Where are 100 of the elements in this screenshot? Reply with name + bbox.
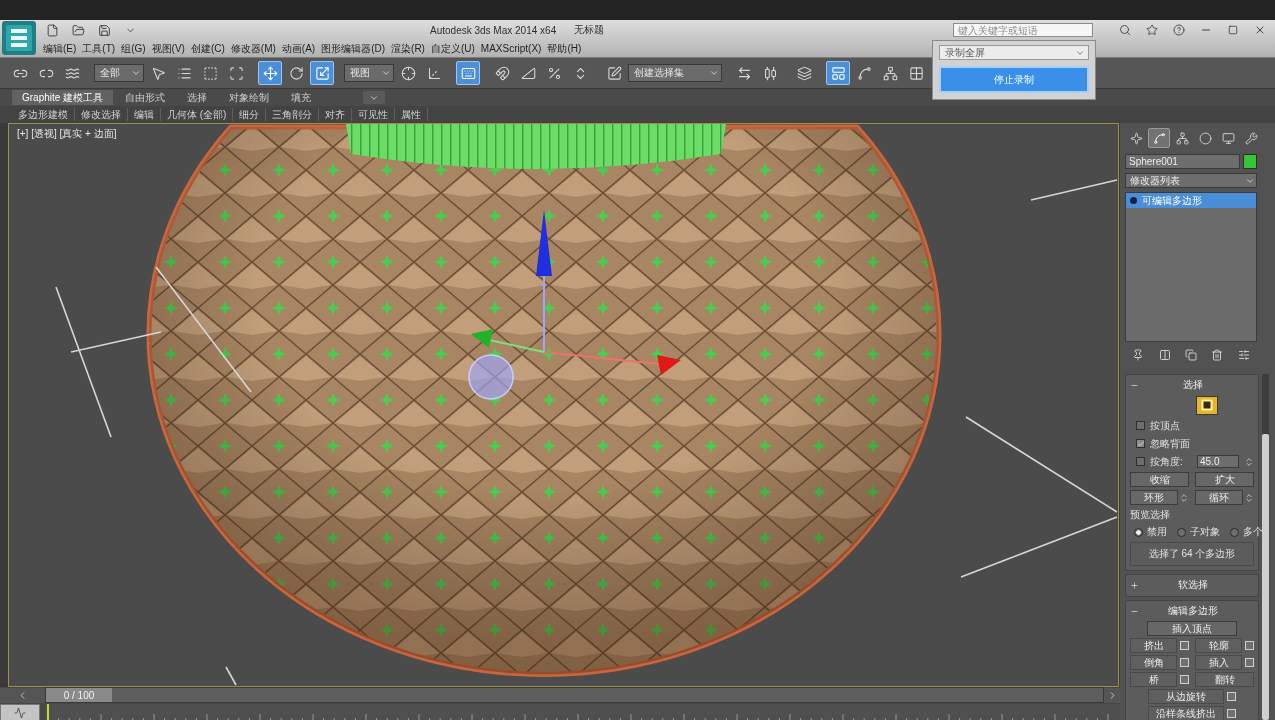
scan-icon	[228, 65, 244, 81]
menu-item[interactable]: 创建(C)	[187, 41, 228, 56]
ribbon-group-tab[interactable]: 修改选择	[75, 108, 128, 121]
menu-item[interactable]: 渲染(R)	[388, 41, 428, 56]
settings-box-icon[interactable]	[1245, 641, 1254, 650]
polygon-mode-button[interactable]	[1196, 395, 1218, 415]
rollout-header[interactable]: 编辑多边形	[1130, 604, 1254, 618]
rollout-header[interactable]: 软选择	[1130, 578, 1254, 592]
radio-button[interactable]	[1177, 527, 1186, 537]
settings-box-icon[interactable]	[1227, 709, 1236, 718]
selection-set-dropdown[interactable]: 创建选择集	[628, 64, 722, 82]
curve-editor-toggle[interactable]	[0, 704, 40, 720]
checkbox[interactable]	[1136, 439, 1145, 448]
next-frame-button[interactable]	[1104, 687, 1120, 703]
record-button[interactable]: 停止录制	[939, 66, 1089, 93]
ribbon-group-tab[interactable]: 多边形建模	[12, 108, 75, 121]
menu-item[interactable]: 编辑(E)	[40, 41, 80, 56]
rollout-header[interactable]: 选择	[1130, 378, 1254, 392]
panel-button[interactable]: 轮廓	[1195, 638, 1242, 653]
toolbar-button[interactable]	[826, 61, 850, 85]
panel-button[interactable]: 插入	[1195, 655, 1242, 670]
panel-button[interactable]: 桥	[1130, 672, 1177, 687]
settings-box-icon[interactable]	[1180, 675, 1189, 684]
ribbon-toggle-button[interactable]	[363, 91, 386, 104]
panel-button[interactable]: 扩大	[1195, 472, 1254, 487]
settings-box-icon[interactable]	[1227, 692, 1236, 701]
modifier-list-dropdown[interactable]: 修改器列表	[1125, 173, 1257, 188]
app-logo-icon[interactable]	[2, 21, 36, 55]
network-icon	[1175, 131, 1189, 145]
toolbar-button[interactable]	[456, 61, 480, 85]
settings-box-icon[interactable]	[1245, 658, 1254, 667]
time-slider-thumb[interactable]: 0 / 100	[46, 688, 112, 702]
toolbar-dropdown[interactable]: 视图	[344, 64, 394, 82]
ribbon-group-tab[interactable]: 细分	[233, 108, 267, 121]
panel-button[interactable]: 从边旋转	[1148, 689, 1224, 704]
panel-button[interactable]: 收缩	[1130, 472, 1189, 487]
toolbar-button[interactable]	[258, 61, 282, 85]
ribbon-tab[interactable]: 填充	[281, 90, 322, 105]
viewport-label[interactable]: [+] [透视] [真实 + 边面]	[17, 127, 117, 141]
viewport[interactable]: [+] [透视] [真实 + 边面]	[8, 123, 1119, 687]
menu-item[interactable]: 自定义(U)	[427, 41, 478, 56]
object-name-field[interactable]: Sphere001	[1125, 154, 1240, 169]
radio-label: 禁用	[1147, 525, 1167, 539]
scale-icon	[314, 65, 330, 81]
selection-status: 选择了 64 个多边形	[1148, 547, 1236, 561]
stack-item[interactable]: 可编辑多边形	[1126, 193, 1256, 208]
ribbon-tab[interactable]: 对象绘制	[219, 90, 280, 105]
menu-item[interactable]: 帮助(H)	[544, 41, 585, 56]
save-button[interactable]	[96, 22, 112, 38]
search-field[interactable]: 键入关键字或短语	[953, 23, 1093, 37]
open-button[interactable]	[70, 22, 86, 38]
ribbon-tab[interactable]: Graphite 建模工具	[12, 90, 114, 105]
menu-item[interactable]: 修改器(M)	[227, 41, 279, 56]
sparkle-icon	[1129, 131, 1143, 145]
menu-item[interactable]: 图形编辑器(D)	[318, 41, 389, 56]
radio-button[interactable]	[1134, 527, 1143, 537]
radio-label: 多个	[1243, 525, 1263, 539]
ribbon-group-tab[interactable]: 编辑	[128, 108, 161, 121]
angle-field[interactable]: 45.0	[1197, 455, 1239, 468]
menu-item[interactable]: MAXScript(X)	[477, 41, 545, 56]
settings-box-icon[interactable]	[1180, 658, 1189, 667]
menu-item[interactable]: 组(G)	[118, 41, 149, 56]
checkbox-label: 按顶点	[1150, 418, 1180, 433]
scrollbar-thumb[interactable]	[1262, 434, 1269, 720]
time-slider-track[interactable]: 0 / 100	[45, 687, 1104, 703]
curve-icon	[14, 706, 26, 719]
list-icon	[176, 65, 192, 81]
edit-icon	[606, 65, 622, 81]
panel-tab[interactable]	[1148, 128, 1170, 148]
menu-item[interactable]: 视图(V)	[148, 41, 188, 56]
ribbon-group-tab[interactable]: 可见性	[352, 108, 396, 121]
checkbox[interactable]	[1136, 457, 1145, 466]
panel-button[interactable]: 翻转	[1195, 672, 1254, 687]
help-icon	[1173, 24, 1185, 36]
popup-dropdown[interactable]: 录制全屏	[939, 45, 1089, 60]
settings-box-icon[interactable]	[1180, 641, 1189, 650]
ribbon-tab[interactable]: 选择	[177, 90, 218, 105]
panel-button[interactable]: 环形	[1130, 490, 1178, 505]
ribbon-group-tab[interactable]: 三角剖分	[266, 108, 320, 121]
panel-button[interactable]: 循环	[1195, 490, 1243, 505]
color-swatch-icon[interactable]	[1243, 154, 1257, 169]
grid-icon	[908, 65, 924, 81]
ribbon-group-tab[interactable]: 几何体 (全部)	[161, 108, 234, 121]
scrollbar-track[interactable]	[1262, 374, 1269, 720]
sliders-icon	[1237, 349, 1250, 361]
menu-item[interactable]: 动画(A)	[278, 41, 319, 56]
ribbon-group-tab[interactable]: 对齐	[319, 108, 353, 121]
checkbox[interactable]	[1136, 421, 1145, 430]
panel-button[interactable]: 挤出	[1130, 638, 1177, 653]
ribbon-group-tab[interactable]: 属性	[395, 108, 429, 121]
toolbar-dropdown[interactable]: 全部	[94, 64, 144, 82]
radio-button[interactable]	[1230, 527, 1239, 537]
toolbar-button[interactable]	[310, 61, 334, 85]
panel-button[interactable]: 插入顶点	[1147, 621, 1237, 636]
curve-icon	[856, 65, 872, 81]
panel-button[interactable]: 沿样条线挤出	[1148, 706, 1224, 720]
panel-button[interactable]: 倒角	[1130, 655, 1177, 670]
close-icon	[1254, 24, 1266, 36]
ribbon-tab[interactable]: 自由形式	[115, 90, 176, 105]
menu-item[interactable]: 工具(T)	[79, 41, 119, 56]
